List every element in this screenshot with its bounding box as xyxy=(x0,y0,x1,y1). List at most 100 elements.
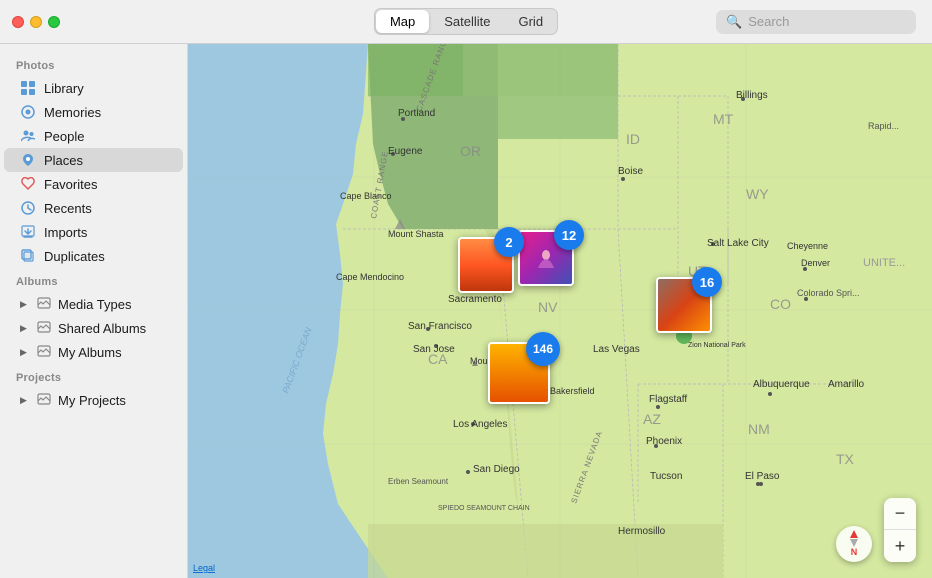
svg-text:Mount Shasta: Mount Shasta xyxy=(388,229,444,239)
svg-text:Phoenix: Phoenix xyxy=(646,436,682,447)
map-container[interactable]: PACIFIC OCEAN xyxy=(188,44,932,578)
cluster-146[interactable]: 146 xyxy=(488,342,550,404)
disclosure-arrow-shared-albums: ▶ xyxy=(20,323,30,334)
map-svg: PACIFIC OCEAN xyxy=(188,44,932,578)
svg-text:CA: CA xyxy=(428,351,448,367)
disclosure-arrow-my-albums: ▶ xyxy=(20,347,30,358)
zoom-out-button[interactable]: − xyxy=(884,498,916,530)
map-view-button[interactable]: Map xyxy=(376,10,429,33)
satellite-view-button[interactable]: Satellite xyxy=(430,9,504,34)
map-background: PACIFIC OCEAN xyxy=(188,44,932,578)
svg-text:Flagstaff: Flagstaff xyxy=(649,394,687,405)
compass[interactable]: N xyxy=(836,526,872,562)
svg-text:ID: ID xyxy=(626,131,640,147)
people-icon xyxy=(20,128,36,144)
svg-text:MT: MT xyxy=(713,111,734,127)
cluster-16[interactable]: 16 xyxy=(656,277,712,333)
svg-text:Boise: Boise xyxy=(618,166,643,177)
svg-text:NM: NM xyxy=(748,421,770,437)
cluster-12-count: 12 xyxy=(562,228,576,243)
maximize-button[interactable] xyxy=(48,16,60,28)
svg-text:Eugene: Eugene xyxy=(388,146,423,157)
cluster-2[interactable]: 2 xyxy=(458,237,514,293)
sidebar-item-shared-albums[interactable]: ▶ Shared Albums xyxy=(4,316,183,340)
sidebar-label-my-albums: My Albums xyxy=(58,345,122,360)
svg-text:Bakersfield: Bakersfield xyxy=(550,386,595,396)
search-icon: 🔍 xyxy=(726,14,742,30)
clock-icon xyxy=(20,200,36,216)
sidebar-item-people[interactable]: People xyxy=(4,124,183,148)
sidebar-label-my-projects: My Projects xyxy=(58,393,126,408)
main-content: Photos Library Memories People Places xyxy=(0,44,932,578)
photos-section-header: Photos xyxy=(0,52,187,76)
search-bar[interactable]: 🔍 xyxy=(716,10,916,34)
sidebar-label-shared-albums: Shared Albums xyxy=(58,321,146,336)
svg-text:Sacramento: Sacramento xyxy=(448,294,502,305)
svg-text:Zion National Park: Zion National Park xyxy=(688,342,746,349)
sidebar-item-memories[interactable]: Memories xyxy=(4,100,183,124)
projects-section-header: Projects xyxy=(0,364,187,388)
svg-text:SPIEDO SEAMOUNT CHAIN: SPIEDO SEAMOUNT CHAIN xyxy=(438,505,530,512)
svg-text:UNITE...: UNITE... xyxy=(863,257,905,269)
photo-grid-icon xyxy=(20,80,36,96)
my-albums-icon xyxy=(36,344,52,360)
grid-view-button[interactable]: Grid xyxy=(504,9,557,34)
svg-text:Erben Seamount: Erben Seamount xyxy=(388,477,449,486)
svg-text:Rapid...: Rapid... xyxy=(868,121,899,131)
shared-albums-icon xyxy=(36,320,52,336)
sidebar-item-imports[interactable]: Imports xyxy=(4,220,183,244)
svg-text:Denver: Denver xyxy=(801,258,830,268)
svg-text:TX: TX xyxy=(836,451,855,467)
duplicate-icon xyxy=(20,248,36,264)
sidebar-label-places: Places xyxy=(44,153,83,168)
sidebar-item-favorites[interactable]: Favorites xyxy=(4,172,183,196)
memories-icon xyxy=(20,104,36,120)
svg-text:Albuquerque: Albuquerque xyxy=(753,379,810,390)
sidebar-item-my-albums[interactable]: ▶ My Albums xyxy=(4,340,183,364)
zoom-in-button[interactable]: + xyxy=(884,530,916,562)
sidebar-item-places[interactable]: Places xyxy=(4,148,183,172)
svg-text:Cape Blanco: Cape Blanco xyxy=(340,191,392,201)
svg-text:Tucson: Tucson xyxy=(650,471,682,482)
map-zoom-controls: − + xyxy=(884,498,916,562)
svg-text:Colorado Spri...: Colorado Spri... xyxy=(797,288,860,298)
heart-icon xyxy=(20,176,36,192)
svg-text:Cape Mendocino: Cape Mendocino xyxy=(336,272,404,282)
sidebar-label-duplicates: Duplicates xyxy=(44,249,105,264)
svg-text:San Francisco: San Francisco xyxy=(408,321,472,332)
search-input[interactable] xyxy=(748,14,906,29)
sidebar-label-media-types: Media Types xyxy=(58,297,131,312)
title-bar: Map Satellite Grid 🔍 xyxy=(0,0,932,44)
minimize-button[interactable] xyxy=(30,16,42,28)
svg-text:Hermosillo: Hermosillo xyxy=(618,526,666,537)
sidebar-item-recents[interactable]: Recents xyxy=(4,196,183,220)
sidebar-item-my-projects[interactable]: ▶ My Projects xyxy=(4,388,183,412)
svg-text:NV: NV xyxy=(538,299,558,315)
media-types-icon xyxy=(36,296,52,312)
sidebar-item-media-types[interactable]: ▶ Media Types xyxy=(4,292,183,316)
sidebar-item-duplicates[interactable]: Duplicates xyxy=(4,244,183,268)
import-icon xyxy=(20,224,36,240)
disclosure-arrow-media-types: ▶ xyxy=(20,299,30,310)
sidebar-label-imports: Imports xyxy=(44,225,87,240)
svg-text:WY: WY xyxy=(746,186,769,202)
svg-text:CO: CO xyxy=(770,296,791,312)
svg-text:AZ: AZ xyxy=(643,411,661,427)
cluster-12[interactable]: 12 xyxy=(518,230,574,286)
my-projects-icon xyxy=(36,392,52,408)
svg-text:Los Angeles: Los Angeles xyxy=(453,419,508,430)
close-button[interactable] xyxy=(12,16,24,28)
cluster-2-count: 2 xyxy=(505,235,512,250)
sidebar-label-recents: Recents xyxy=(44,201,92,216)
sidebar-label-library: Library xyxy=(44,81,84,96)
sidebar-label-people: People xyxy=(44,129,84,144)
sidebar-item-library[interactable]: Library xyxy=(4,76,183,100)
albums-section-header: Albums xyxy=(0,268,187,292)
svg-text:Cheyenne: Cheyenne xyxy=(787,241,828,251)
view-toggle-group: Map Satellite Grid xyxy=(374,8,558,35)
places-icon xyxy=(20,152,36,168)
compass-label: N xyxy=(850,548,858,558)
sidebar-label-memories: Memories xyxy=(44,105,101,120)
cluster-16-count: 16 xyxy=(700,275,714,290)
svg-text:Amarillo: Amarillo xyxy=(828,379,865,390)
